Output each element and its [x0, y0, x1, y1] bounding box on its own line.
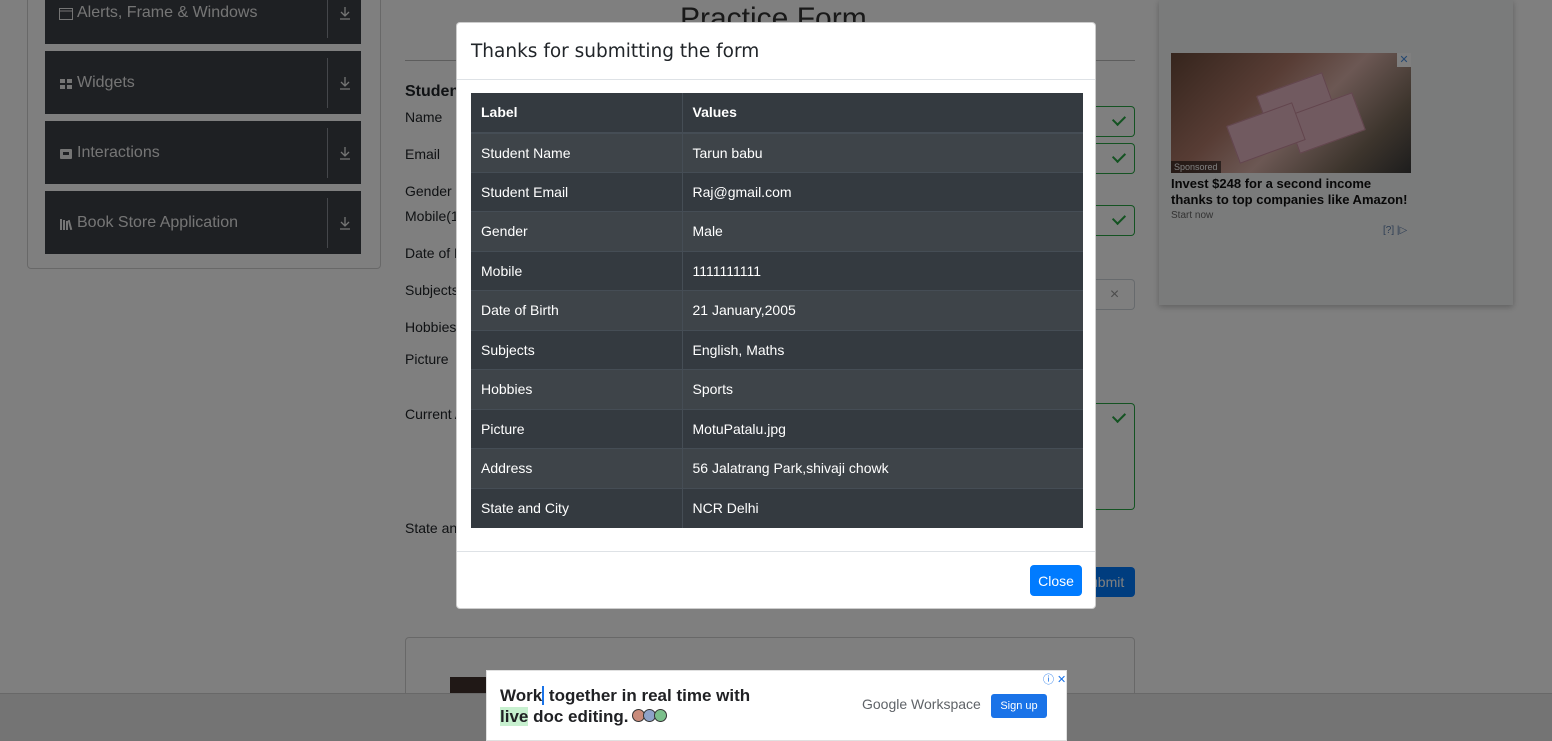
ad-line-text: together in real time with	[544, 686, 751, 705]
modal-body: Label Values Student Name Tarun babu Stud…	[471, 93, 1083, 528]
table-row: Mobile 1111111111	[471, 250, 1083, 291]
row-label: Date of Birth	[471, 290, 683, 330]
ad-line-2: live doc editing.	[500, 707, 628, 727]
row-label: Gender	[471, 211, 683, 251]
row-label: Picture	[471, 408, 683, 449]
row-label: Student Name	[471, 132, 683, 172]
row-label: Address	[471, 448, 683, 488]
close-button[interactable]: Close	[1030, 565, 1082, 596]
submission-modal: Thanks for submitting the form Label Val…	[456, 22, 1096, 609]
row-value: MotuPatalu.jpg	[682, 408, 1083, 449]
ad-line-text: doc editing.	[528, 707, 629, 726]
ad-close-icon[interactable]: ⓘ ✕	[1043, 671, 1066, 687]
modal-title: Thanks for submitting the form	[471, 41, 760, 62]
ad-line-1: Work together in real time with	[500, 686, 750, 706]
table-row: State and City NCR Delhi	[471, 487, 1083, 528]
row-value: 56 Jalatrang Park,shivaji chowk	[682, 448, 1083, 488]
table-row: Student Name Tarun babu	[471, 132, 1083, 172]
row-label: Mobile	[471, 250, 683, 291]
table-row: Address 56 Jalatrang Park,shivaji chowk	[471, 448, 1083, 488]
table-row: Subjects English, Maths	[471, 329, 1083, 370]
modal-footer: Close	[457, 551, 1095, 609]
table-row: Date of Birth 21 January,2005	[471, 290, 1083, 330]
row-label: Subjects	[471, 329, 683, 370]
results-table: Label Values Student Name Tarun babu Stud…	[471, 93, 1083, 528]
row-value: Male	[682, 211, 1083, 251]
google-workspace-logo: Google Workspace	[862, 696, 981, 712]
row-value: NCR Delhi	[682, 487, 1083, 528]
row-value: Raj@gmail.com	[682, 171, 1083, 212]
row-value: 1111111111	[682, 250, 1083, 291]
row-label: Student Email	[471, 171, 683, 212]
row-label: Hobbies	[471, 369, 683, 409]
table-row: Hobbies Sports	[471, 369, 1083, 409]
row-value: Tarun babu	[682, 132, 1083, 172]
table-header-row: Label Values	[471, 93, 1083, 134]
row-value: English, Maths	[682, 329, 1083, 370]
bottom-banner-ad[interactable]: Work together in real time with live doc…	[486, 670, 1067, 741]
row-label: State and City	[471, 487, 683, 528]
avatar-group	[632, 709, 667, 722]
table-row: Student Email Raj@gmail.com	[471, 171, 1083, 212]
column-header-values: Values	[682, 93, 1083, 134]
table-row: Gender Male	[471, 211, 1083, 251]
ad-highlight-word: live	[500, 707, 529, 726]
row-value: 21 January,2005	[682, 290, 1083, 330]
avatar	[654, 709, 667, 722]
ad-highlight-word: Work	[500, 686, 545, 705]
modal-header: Thanks for submitting the form	[457, 23, 1095, 80]
column-header-label: Label	[471, 93, 683, 134]
row-value: Sports	[682, 369, 1083, 409]
ad-signup-button[interactable]: Sign up	[991, 694, 1047, 718]
table-row: Picture MotuPatalu.jpg	[471, 408, 1083, 449]
